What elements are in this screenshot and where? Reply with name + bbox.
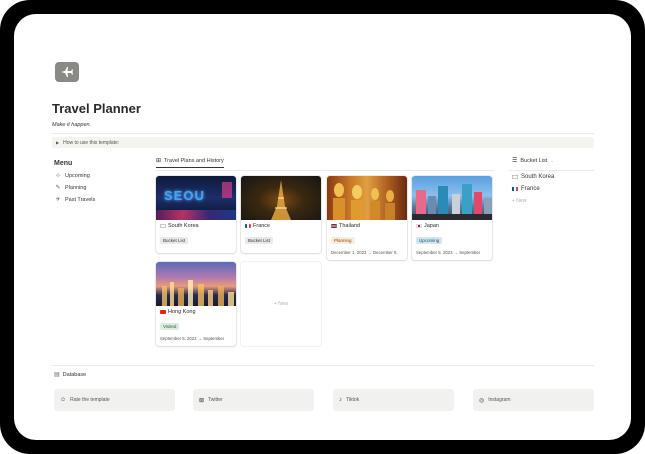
chevron-down-icon[interactable]: ⌄ [550,158,553,163]
card-cover-image [241,176,321,220]
list-item[interactable]: South Korea [512,174,554,180]
menu-item-label: Upcoming [65,172,90,179]
card-dates: September 5, 2022 → September [160,336,225,341]
list-item-label: South Korea [521,174,555,180]
thailand-flag-icon [331,224,337,228]
gallery-card-hong-kong[interactable]: Hong Kong Visited September 5, 2022 → Se… [156,262,236,346]
smile-icon: ☺ [60,397,67,403]
japan-flag-icon [416,224,422,228]
gallery-card-france[interactable]: France Bucket List [241,176,321,253]
tab-travel-plans[interactable]: ⊞ Travel Plans and History [156,157,224,168]
france-flag-icon [245,224,251,228]
pencil-icon: ✎ [55,185,61,191]
divider [52,133,594,134]
database-link[interactable]: ▤ Database [54,371,87,379]
korea-flag-icon [512,175,518,179]
tab-divider [156,170,494,171]
toggle-label: How to use this template: [63,139,120,146]
link-label: Rate the template [70,397,110,403]
triangle-right-icon[interactable]: ▶ [56,140,59,145]
status-badge: Bucket List [160,237,189,244]
gallery-card-south-korea[interactable]: SEOU South Korea Bucket List [156,176,236,253]
menu-item-upcoming[interactable]: ⊹ Upcoming [54,172,90,180]
card-dates: September 5, 2023 → September [416,250,481,255]
how-to-toggle[interactable]: ▶ How to use this template: [52,137,594,148]
list-icon: ☰ [512,158,518,164]
korea-flag-icon [160,224,166,228]
page-subtitle: Make it happen. [52,122,92,128]
menu-item-label: Planning [65,184,87,191]
list-item[interactable]: France [512,186,540,192]
airplane-icon[interactable] [55,62,79,82]
tab-label: Travel Plans and History [164,157,224,164]
menu-item-planning[interactable]: ✎ Planning [54,184,87,192]
gallery-card-thailand[interactable]: Thailand Planning December 1, 2023 → Dec… [327,176,407,260]
france-flag-icon [512,187,518,191]
menu-title: Menu [54,160,73,167]
menu-item-past-travels[interactable]: ✈ Past Travels [54,196,96,204]
rate-template-button[interactable]: ☺ Rate the template [54,389,175,411]
gallery-grid-icon: ⊞ [156,158,162,164]
link-label: Instagram [488,397,511,403]
link-label: Twitter [208,397,223,403]
database-label: Database [62,371,87,378]
device-frame: Travel Planner Make it happen. ▶ How to … [0,0,645,454]
status-badge: Visited [160,323,180,330]
status-badge: Bucket List [245,237,274,244]
page-title: Travel Planner [52,101,141,116]
menu-item-label: Past Travels [65,196,96,203]
card-cover-image [327,176,407,220]
instagram-icon: ◎ [479,397,485,404]
gallery-new-button[interactable]: + New [241,262,321,346]
tiktok-link[interactable]: ♪ Tiktok [333,389,454,411]
divider [52,365,594,366]
notion-page: Travel Planner Make it happen. ▶ How to … [14,14,631,440]
list-item-label: France [521,186,540,192]
instagram-link[interactable]: ◎ Instagram [473,389,594,411]
tab-bucket-list[interactable]: ☰ Bucket List ⌄ [512,157,554,165]
tab-divider [509,170,594,171]
hong-kong-flag-icon [160,310,166,314]
database-icon: ▤ [54,372,60,378]
tiktok-icon: ♪ [339,397,342,403]
bucket-list-new-button[interactable]: + New [512,198,526,204]
link-label: Tiktok [346,397,360,403]
gallery-card-japan[interactable]: Japan Upcoming September 5, 2023 → Septe… [412,176,492,260]
status-badge: Upcoming [416,237,443,244]
card-cover-image: SEOU [156,176,236,220]
card-cover-image [156,262,236,306]
plane-landing-icon: ✈ [55,197,61,203]
status-badge: Planning [331,237,355,244]
card-dates: December 1, 2023 → December 5, [331,250,398,255]
signpost-icon: ⊹ [55,173,61,179]
tab-label: Bucket List [520,157,548,164]
card-cover-image [412,176,492,220]
twitter-link[interactable]: ⊠ Twitter [193,389,314,411]
twitter-icon: ⊠ [199,397,205,404]
